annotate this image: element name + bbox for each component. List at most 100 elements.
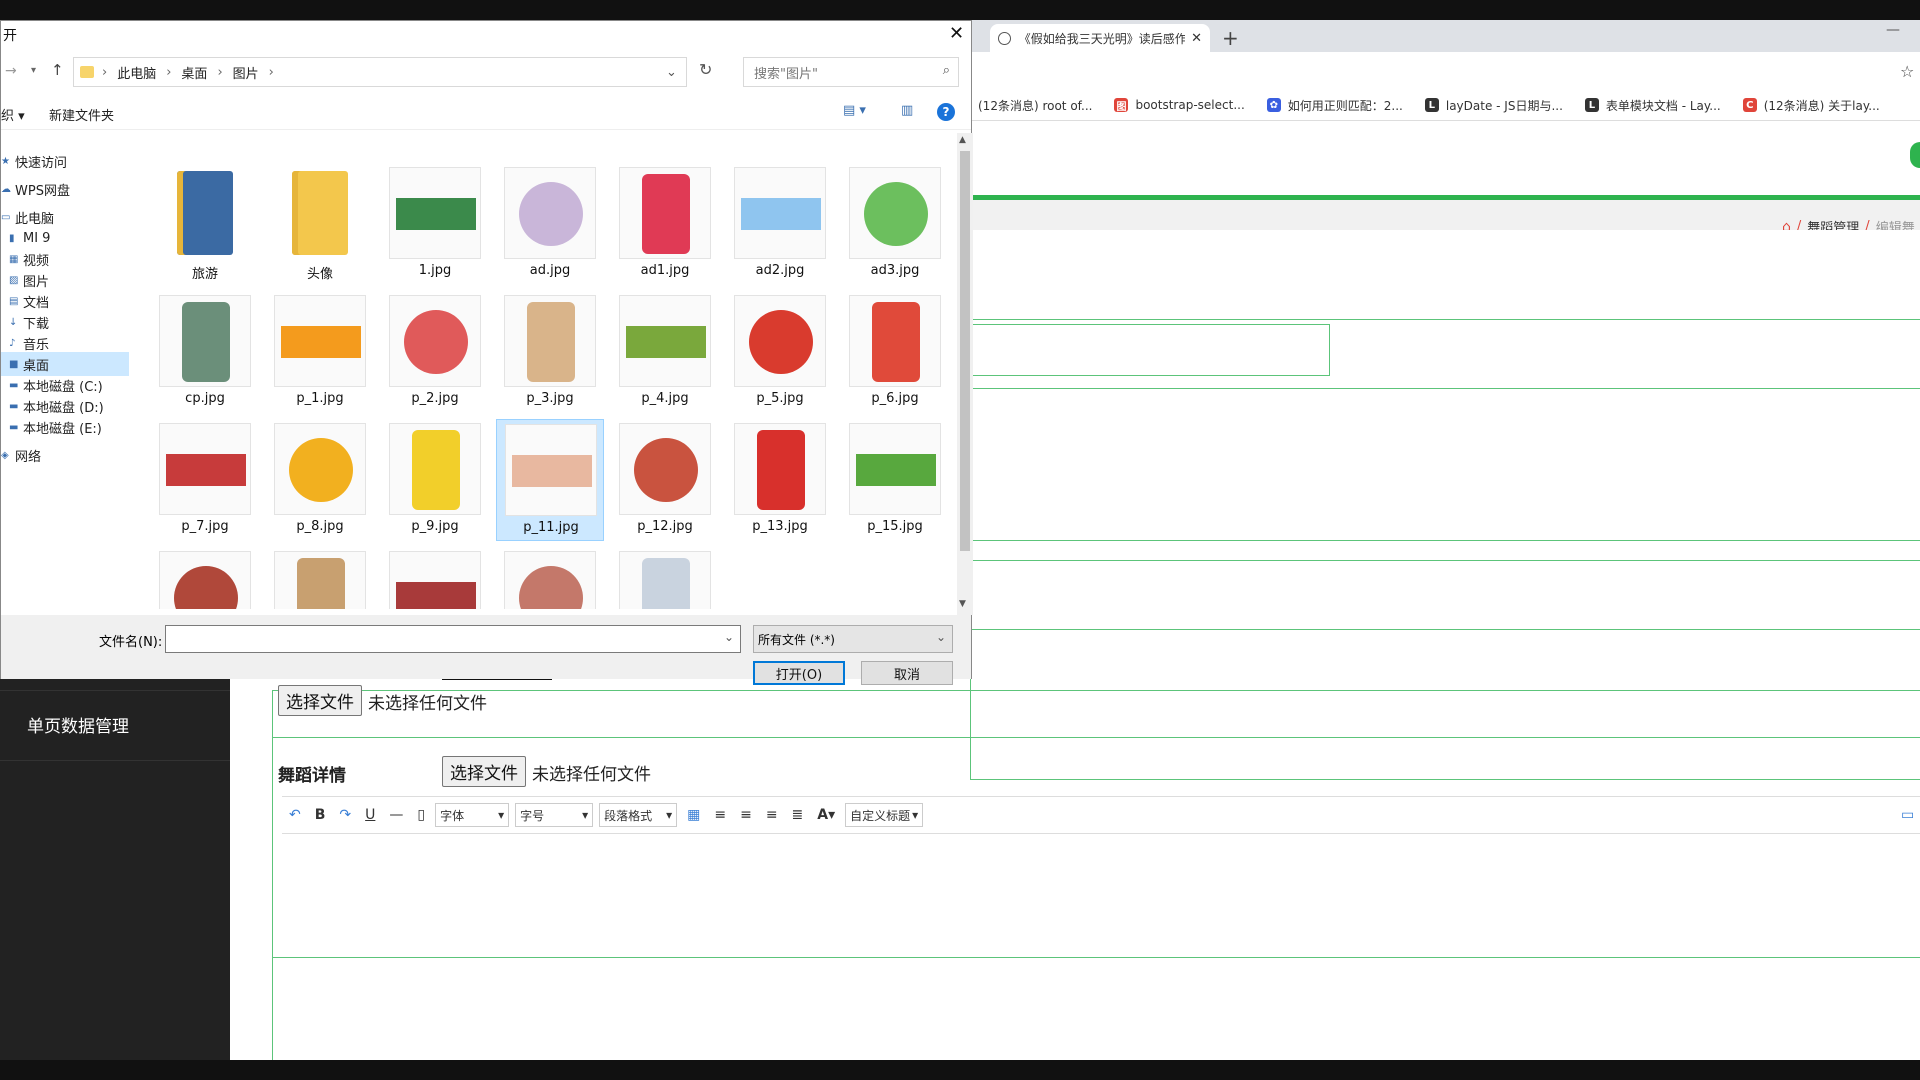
bookmark-item[interactable]: (12条消息) root of... bbox=[978, 97, 1092, 114]
nav-item[interactable]: ◈ 网络 bbox=[1, 443, 129, 467]
chevron-down-icon[interactable]: ⌄ bbox=[666, 65, 677, 80]
choose-file-button-detail[interactable]: 选择文件 bbox=[442, 756, 526, 787]
breadcrumb-segment[interactable]: 此电脑 bbox=[117, 63, 156, 82]
star-icon[interactable]: ☆ bbox=[1900, 62, 1914, 81]
file-item[interactable]: p_11.jpg bbox=[496, 419, 604, 541]
file-item[interactable]: 1.jpg bbox=[381, 163, 489, 285]
image-thumbnail bbox=[734, 295, 826, 387]
folder-item[interactable]: 头像 bbox=[266, 163, 374, 285]
file-item[interactable]: p_6.jpg bbox=[841, 291, 949, 413]
nav-item[interactable]: ▬ 本地磁盘 (E:) bbox=[1, 415, 129, 439]
sidebar-item-single-page[interactable]: 单页数据管理 bbox=[27, 712, 129, 737]
text-input[interactable] bbox=[970, 324, 1330, 376]
align-center-icon[interactable]: ≡ bbox=[740, 807, 752, 823]
dialog-breadcrumb[interactable]: › 此电脑 › 桌面 › 图片 › ⌄ bbox=[73, 57, 687, 87]
search-input[interactable]: 搜索"图片" ⌕ bbox=[743, 57, 959, 87]
preview-pane-icon[interactable]: ▥ bbox=[901, 103, 913, 118]
file-item[interactable]: ad.jpg bbox=[496, 163, 604, 285]
font-select[interactable]: 字体 ▾ bbox=[435, 803, 510, 827]
page-icon[interactable]: ▯ bbox=[417, 807, 425, 823]
file-item[interactable]: p_4.jpg bbox=[611, 291, 719, 413]
minimize-icon[interactable]: — bbox=[1886, 22, 1900, 38]
navigation-pane: ★ 快速访问 ☁ WPS网盘 ▭ 此电脑 ▮ MI 9 ▦ 视频 ▨ 图片 ▤ 文档 ↓ 下载 ♪ 音乐 ■ 桌面 ▬ 本… bbox=[1, 141, 129, 611]
file-item[interactable] bbox=[266, 547, 374, 609]
file-item[interactable]: p_13.jpg bbox=[726, 419, 834, 541]
underline-icon[interactable]: U bbox=[365, 807, 375, 823]
custom-title-select[interactable]: 自定义标题 ▾ bbox=[845, 803, 924, 827]
folder-icon bbox=[274, 167, 366, 259]
paragraph-format-select[interactable]: 段落格式 ▾ bbox=[599, 803, 678, 827]
bold-icon[interactable]: B bbox=[315, 807, 326, 823]
file-item[interactable]: p_5.jpg bbox=[726, 291, 834, 413]
scroll-up-icon[interactable]: ▲ bbox=[959, 135, 966, 145]
choose-file-button[interactable]: 选择文件 bbox=[278, 685, 362, 716]
vertical-scrollbar[interactable]: ▲ ▼ bbox=[957, 133, 973, 615]
bookmark-item[interactable]: ✿ 如何用正则匹配：2... bbox=[1266, 97, 1403, 114]
tab-active[interactable]: 《假如给我三天光明》读后感作文 ✕ bbox=[990, 24, 1210, 52]
redo-icon[interactable]: ↷ bbox=[339, 807, 351, 823]
file-item[interactable] bbox=[496, 547, 604, 609]
scrollbar-thumb[interactable] bbox=[960, 151, 970, 551]
cloud-icon: ☁ bbox=[1, 183, 11, 195]
file-item[interactable]: cp.jpg bbox=[151, 291, 259, 413]
new-folder-button[interactable]: 新建文件夹 bbox=[49, 105, 114, 124]
cancel-button[interactable]: 取消 bbox=[861, 661, 953, 685]
fullscreen-icon[interactable]: ▭ bbox=[1901, 807, 1914, 823]
open-button[interactable]: 打开(O) bbox=[753, 661, 845, 685]
font-color-icon[interactable]: A▾ bbox=[817, 807, 835, 823]
file-item[interactable]: p_8.jpg bbox=[266, 419, 374, 541]
table-icon[interactable]: ▦ bbox=[687, 807, 700, 823]
scroll-down-icon[interactable]: ▼ bbox=[959, 599, 966, 609]
downloads-icon: ↓ bbox=[9, 316, 18, 328]
file-item[interactable]: p_1.jpg bbox=[266, 291, 374, 413]
chevron-down-icon[interactable]: ▾ bbox=[31, 65, 36, 76]
folder-icon bbox=[80, 66, 94, 78]
file-item[interactable]: p_2.jpg bbox=[381, 291, 489, 413]
file-item[interactable]: p_9.jpg bbox=[381, 419, 489, 541]
file-item[interactable] bbox=[151, 547, 259, 609]
file-item[interactable]: ad2.jpg bbox=[726, 163, 834, 285]
file-item[interactable]: p_15.jpg bbox=[841, 419, 949, 541]
file-item[interactable]: p_3.jpg bbox=[496, 291, 604, 413]
nav-item[interactable]: ☁ WPS网盘 bbox=[1, 177, 129, 201]
font-size-select[interactable]: 字号 ▾ bbox=[515, 803, 594, 827]
forward-icon[interactable]: → bbox=[5, 63, 17, 79]
phone-icon: ▮ bbox=[9, 232, 15, 244]
up-arrow-icon[interactable]: ↑ bbox=[51, 61, 64, 79]
search-icon: ⌕ bbox=[942, 63, 950, 78]
file-item[interactable] bbox=[381, 547, 489, 609]
bookmark-item[interactable]: LlayDate - JS日期与... bbox=[1424, 97, 1563, 114]
bookmark-item[interactable]: C (12条消息) 关于lay... bbox=[1742, 97, 1880, 114]
justify-icon[interactable]: ≣ bbox=[792, 807, 804, 823]
folder-icon bbox=[159, 167, 251, 259]
tab-close-icon[interactable]: ✕ bbox=[1191, 31, 1202, 46]
bookmark-item[interactable]: 图 bootstrap-select... bbox=[1114, 98, 1245, 113]
filename-input[interactable]: ⌄ bbox=[165, 625, 741, 653]
bookmark-item[interactable]: L 表单模块文档 - Lay... bbox=[1584, 97, 1721, 114]
folder-item[interactable]: 旅游 bbox=[151, 163, 259, 285]
nav-item[interactable]: ★ 快速访问 bbox=[1, 149, 129, 173]
refresh-icon[interactable]: ↻ bbox=[699, 60, 712, 79]
align-left-icon[interactable]: ≡ bbox=[714, 807, 726, 823]
undo-icon[interactable]: ↶ bbox=[289, 807, 301, 823]
dialog-close-icon[interactable]: ✕ bbox=[949, 23, 964, 44]
new-tab-button[interactable]: + bbox=[1222, 26, 1239, 50]
file-item[interactable]: ad3.jpg bbox=[841, 163, 949, 285]
green-round-button[interactable] bbox=[1910, 142, 1920, 168]
organize-button[interactable]: 织 ▾ bbox=[1, 105, 25, 124]
view-options-icon[interactable]: ▤ ▾ bbox=[843, 103, 866, 118]
file-item[interactable]: p_12.jpg bbox=[611, 419, 719, 541]
admin-sidebar: 单页数据管理 bbox=[0, 660, 230, 1060]
breadcrumb-segment[interactable]: 桌面 bbox=[181, 63, 207, 82]
filetype-select[interactable]: 所有文件 (*.*) ⌄ bbox=[753, 625, 953, 653]
horizontal-rule-icon[interactable]: — bbox=[389, 807, 403, 823]
breadcrumb-segment[interactable]: 图片 bbox=[233, 63, 259, 82]
file-item[interactable]: ad1.jpg bbox=[611, 163, 719, 285]
file-item[interactable] bbox=[611, 547, 719, 609]
chevron-down-icon[interactable]: ⌄ bbox=[724, 630, 734, 644]
file-item[interactable]: p_7.jpg bbox=[151, 419, 259, 541]
help-icon[interactable]: ? bbox=[937, 103, 955, 121]
image-thumbnail bbox=[734, 167, 826, 259]
align-right-icon[interactable]: ≡ bbox=[766, 807, 778, 823]
dance-detail-label: 舞蹈详情 bbox=[278, 766, 346, 786]
